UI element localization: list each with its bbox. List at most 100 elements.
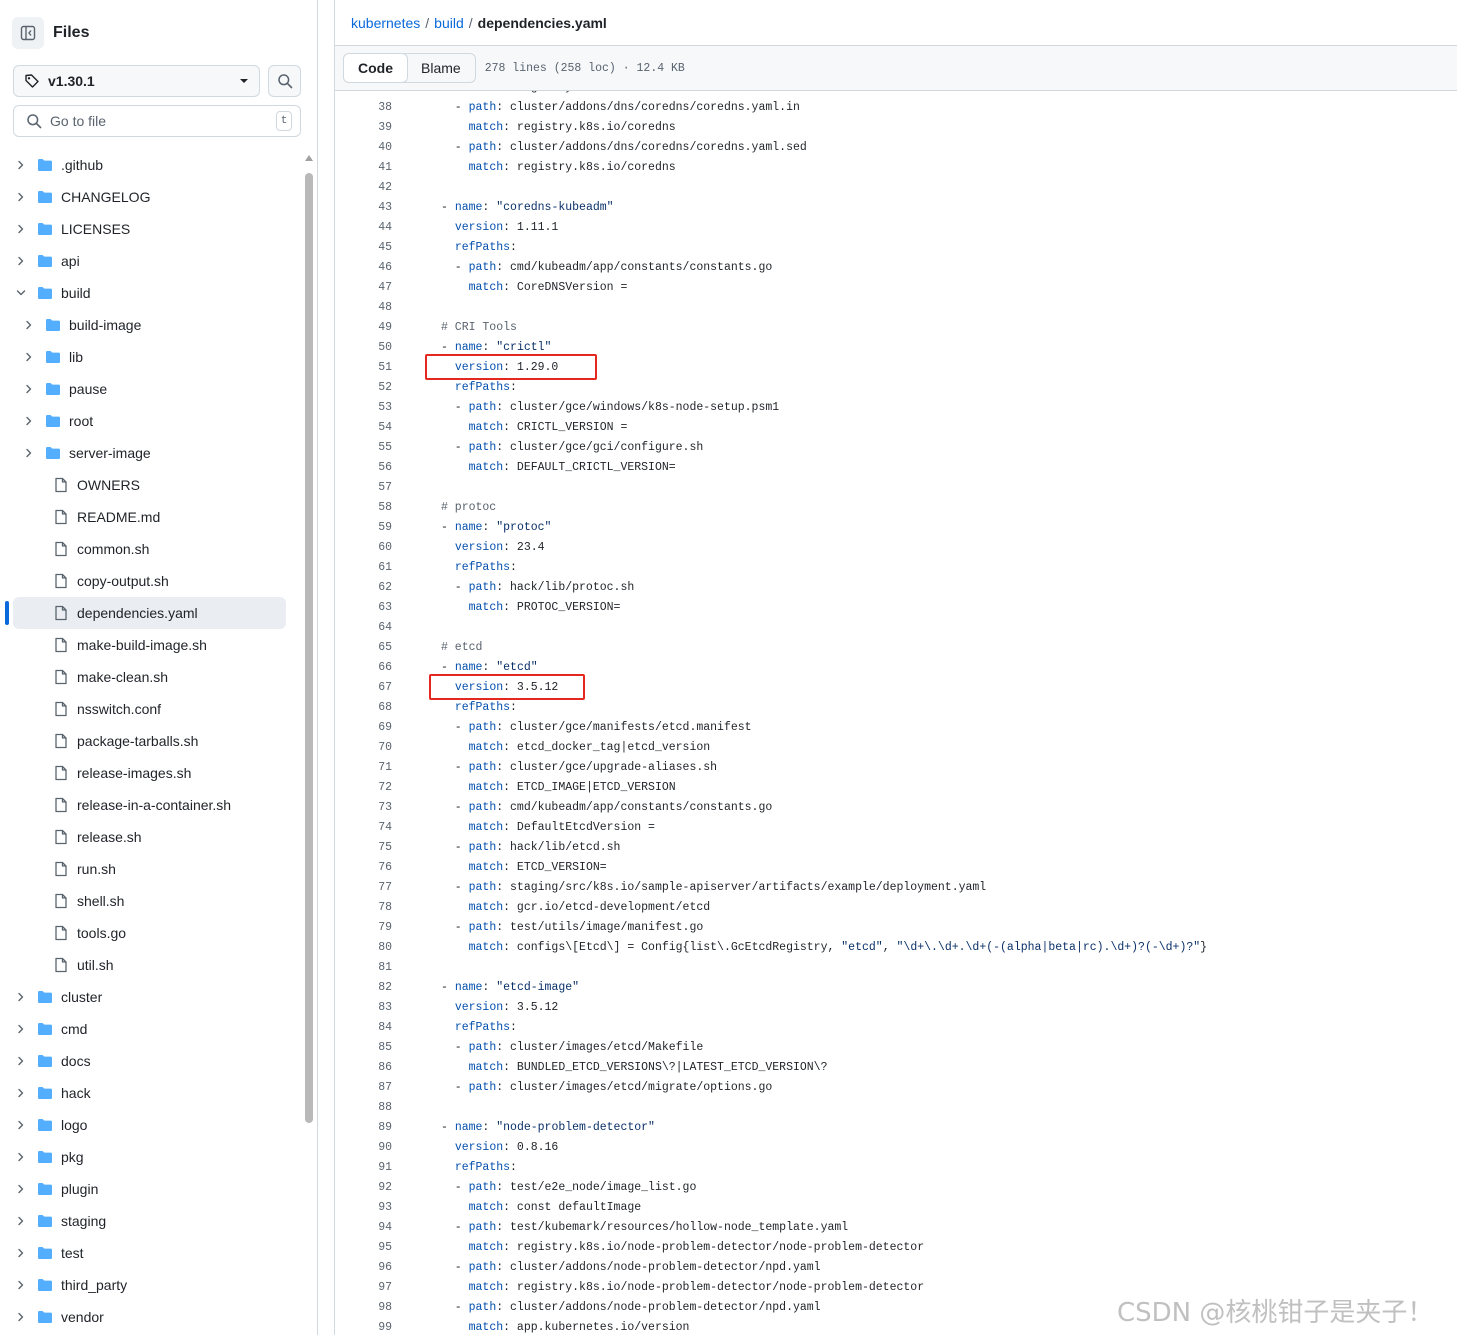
line-number[interactable]: 60	[335, 538, 392, 558]
chevron-right-icon[interactable]	[15, 255, 27, 267]
tree-file-item[interactable]: README.md	[0, 501, 300, 533]
breadcrumb-dir-link[interactable]: build	[434, 15, 464, 31]
chevron-right-icon[interactable]	[15, 1087, 27, 1099]
line-number[interactable]: 43	[335, 198, 392, 218]
tree-file-item[interactable]: nsswitch.conf	[0, 693, 300, 725]
line-number[interactable]: 59	[335, 518, 392, 538]
breadcrumb-repo-link[interactable]: kubernetes	[351, 15, 420, 31]
tree-file-item[interactable]: dependencies.yaml	[5, 597, 286, 629]
tree-folder-item[interactable]: test	[0, 1237, 300, 1269]
line-number[interactable]: 63	[335, 598, 392, 618]
sidebar-scrollbar[interactable]	[303, 155, 315, 1325]
tree-folder-item[interactable]: cluster	[0, 981, 300, 1013]
chevron-right-icon[interactable]	[15, 223, 27, 235]
tree-file-item[interactable]: util.sh	[0, 949, 300, 981]
line-number[interactable]: 78	[335, 898, 392, 918]
line-number[interactable]: 97	[335, 1278, 392, 1298]
line-number[interactable]: 91	[335, 1158, 392, 1178]
chevron-right-icon[interactable]	[23, 383, 35, 395]
tree-file-item[interactable]: tools.go	[0, 917, 300, 949]
chevron-right-icon[interactable]	[15, 159, 27, 171]
line-number[interactable]: 41	[335, 158, 392, 178]
line-number[interactable]: 56	[335, 458, 392, 478]
chevron-right-icon[interactable]	[15, 1183, 27, 1195]
line-number[interactable]: 83	[335, 998, 392, 1018]
chevron-right-icon[interactable]	[15, 1311, 27, 1323]
line-number[interactable]: 48	[335, 298, 392, 318]
line-number[interactable]: 64	[335, 618, 392, 638]
line-number[interactable]: 66	[335, 658, 392, 678]
tree-folder-item[interactable]: logo	[0, 1109, 300, 1141]
chevron-right-icon[interactable]	[15, 1247, 27, 1259]
line-number[interactable]: 67	[335, 678, 392, 698]
line-number[interactable]: 88	[335, 1098, 392, 1118]
line-number[interactable]: 51	[335, 358, 392, 378]
branch-selector[interactable]: v1.30.1	[13, 65, 260, 97]
go-to-file-box[interactable]: t	[13, 105, 301, 137]
line-number[interactable]: 89	[335, 1118, 392, 1138]
line-number[interactable]: 87	[335, 1078, 392, 1098]
line-number[interactable]: 38	[335, 98, 392, 118]
collapse-sidebar-button[interactable]	[12, 17, 44, 49]
line-number[interactable]: 65	[335, 638, 392, 658]
chevron-right-icon[interactable]	[15, 1279, 27, 1291]
chevron-right-icon[interactable]	[15, 1151, 27, 1163]
chevron-right-icon[interactable]	[23, 447, 35, 459]
tree-folder-item[interactable]: LICENSES	[0, 213, 300, 245]
line-number[interactable]: 96	[335, 1258, 392, 1278]
search-button[interactable]	[268, 65, 301, 97]
line-number[interactable]: 86	[335, 1058, 392, 1078]
chevron-right-icon[interactable]	[15, 191, 27, 203]
line-number[interactable]: 55	[335, 438, 392, 458]
chevron-right-icon[interactable]	[15, 1119, 27, 1131]
tree-file-item[interactable]: common.sh	[0, 533, 300, 565]
code-tab-button[interactable]: Code	[343, 53, 408, 83]
line-number[interactable]: 57	[335, 478, 392, 498]
tree-file-item[interactable]: package-tarballs.sh	[0, 725, 300, 757]
line-number[interactable]: 58	[335, 498, 392, 518]
line-number[interactable]: 46	[335, 258, 392, 278]
line-number[interactable]: 49	[335, 318, 392, 338]
line-number[interactable]: 94	[335, 1218, 392, 1238]
tree-folder-item[interactable]: .github	[0, 149, 300, 181]
chevron-right-icon[interactable]	[15, 1055, 27, 1067]
line-number[interactable]: 39	[335, 118, 392, 138]
chevron-down-icon[interactable]	[15, 287, 27, 299]
chevron-right-icon[interactable]	[15, 1023, 27, 1035]
tree-file-item[interactable]: copy-output.sh	[0, 565, 300, 597]
line-number[interactable]: 74	[335, 818, 392, 838]
line-number[interactable]: 76	[335, 858, 392, 878]
chevron-right-icon[interactable]	[23, 415, 35, 427]
chevron-right-icon[interactable]	[23, 351, 35, 363]
line-number[interactable]: 45	[335, 238, 392, 258]
tree-folder-item[interactable]: lib	[0, 341, 300, 373]
go-to-file-input[interactable]	[50, 113, 276, 129]
line-number[interactable]: 42	[335, 178, 392, 198]
line-number[interactable]: 80	[335, 938, 392, 958]
line-number[interactable]: 81	[335, 958, 392, 978]
line-number[interactable]: 73	[335, 798, 392, 818]
tree-folder-item[interactable]: cmd	[0, 1013, 300, 1045]
line-number[interactable]: 72	[335, 778, 392, 798]
chevron-right-icon[interactable]	[23, 319, 35, 331]
tree-file-item[interactable]: release.sh	[0, 821, 300, 853]
tree-folder-item[interactable]: third_party	[0, 1269, 300, 1301]
tree-file-item[interactable]: OWNERS	[0, 469, 300, 501]
line-number[interactable]: 75	[335, 838, 392, 858]
tree-folder-item[interactable]: server-image	[0, 437, 300, 469]
line-number[interactable]: 54	[335, 418, 392, 438]
blame-tab-button[interactable]: Blame	[407, 54, 475, 82]
tree-folder-item[interactable]: root	[0, 405, 300, 437]
line-number[interactable]: 93	[335, 1198, 392, 1218]
tree-file-item[interactable]: make-clean.sh	[0, 661, 300, 693]
line-number[interactable]: 62	[335, 578, 392, 598]
tree-folder-item[interactable]: docs	[0, 1045, 300, 1077]
tree-folder-item[interactable]: build	[0, 277, 300, 309]
line-number[interactable]: 90	[335, 1138, 392, 1158]
line-number[interactable]: 84	[335, 1018, 392, 1038]
line-number[interactable]: 37	[335, 91, 392, 98]
line-number[interactable]: 95	[335, 1238, 392, 1258]
chevron-right-icon[interactable]	[15, 1215, 27, 1227]
line-number[interactable]: 92	[335, 1178, 392, 1198]
scroll-up-arrow-icon[interactable]	[305, 155, 313, 161]
